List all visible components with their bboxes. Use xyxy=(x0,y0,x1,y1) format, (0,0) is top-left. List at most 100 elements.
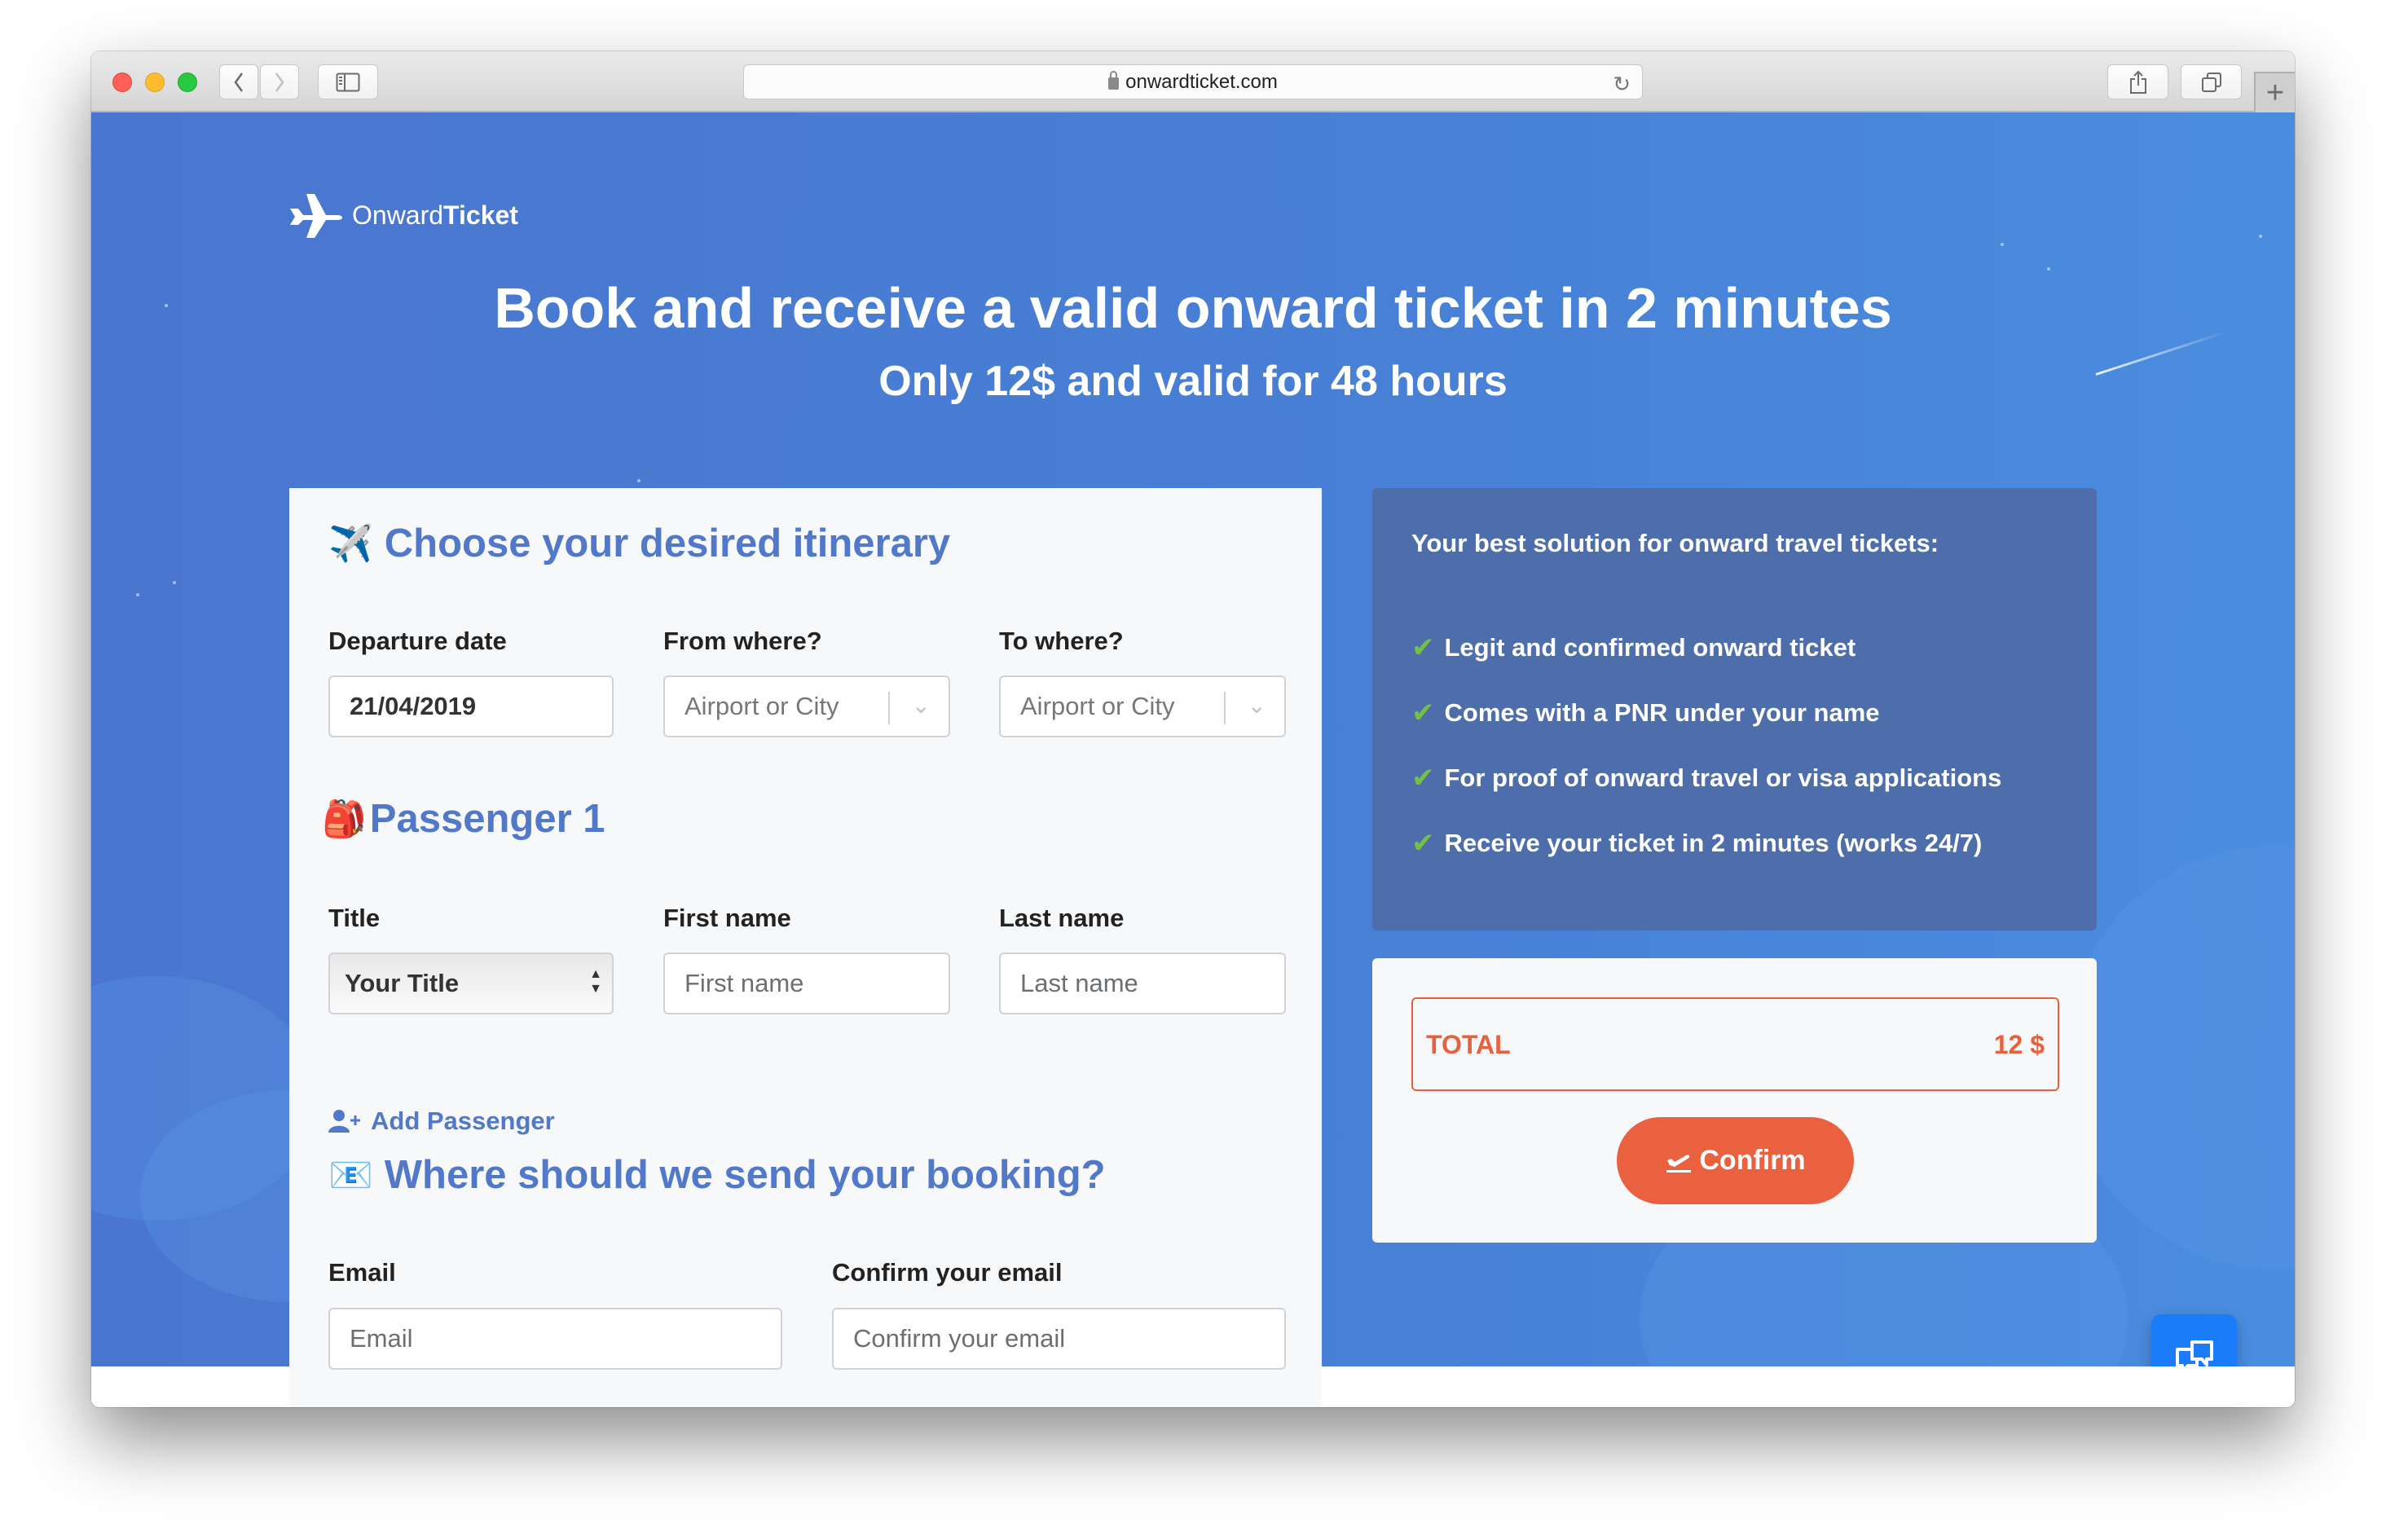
departure-date-input[interactable]: 21/04/2019 xyxy=(328,675,614,737)
add-passenger-link[interactable]: Add Passenger xyxy=(328,1107,555,1136)
chevron-left-icon xyxy=(234,72,244,92)
total-box: TOTAL 12 $ xyxy=(1411,997,2059,1091)
benefit-item: ✔ Comes with a PNR under your name xyxy=(1411,697,1880,729)
sidebar-toggle-button[interactable] xyxy=(318,64,378,99)
to-select[interactable]: Airport or City ⌄ xyxy=(999,675,1286,737)
separator xyxy=(888,692,890,724)
booking-section-title: 📧 Where should we send your booking? xyxy=(328,1152,1106,1198)
backpack-icon: 🎒 xyxy=(322,799,367,839)
plus-icon: + xyxy=(2265,75,2285,110)
address-bar[interactable]: onwardticket.com ↻ xyxy=(743,64,1643,99)
check-icon: ✔ xyxy=(1411,763,1435,794)
title-select[interactable]: Your Title ▲ ▼ xyxy=(328,953,614,1014)
reload-icon[interactable]: ↻ xyxy=(1613,72,1631,97)
email-placeholder: Email xyxy=(350,1324,413,1353)
last-name-placeholder: Last name xyxy=(1020,969,1138,997)
benefit-item: ✔ Legit and confirmed onward ticket xyxy=(1411,631,1856,664)
page-viewport: Onward Ticket Book and receive a valid on… xyxy=(91,112,2295,1407)
check-icon: ✔ xyxy=(1411,828,1435,859)
checkout-card: TOTAL 12 $ Confirm xyxy=(1372,958,2097,1243)
close-window-button[interactable] xyxy=(112,73,132,92)
new-tab-button[interactable]: + xyxy=(2254,72,2295,112)
first-name-input[interactable]: First name xyxy=(663,953,950,1014)
chevron-right-icon xyxy=(275,72,284,92)
confirm-button[interactable]: Confirm xyxy=(1617,1117,1854,1204)
cloud-decoration xyxy=(2063,846,2295,1269)
title-selected-value: Your Title xyxy=(345,969,460,997)
confirm-email-input[interactable]: Confirm your email xyxy=(832,1308,1286,1370)
hero-subheadline: Only 12$ and valid for 48 hours xyxy=(878,358,1508,405)
confirm-email-label: Confirm your email xyxy=(832,1258,1063,1287)
benefits-panel: Your best solution for onward travel tic… xyxy=(1372,488,2097,931)
first-name-label: First name xyxy=(663,904,791,932)
last-name-input[interactable]: Last name xyxy=(999,953,1286,1014)
site-logo[interactable]: Onward Ticket xyxy=(288,191,518,240)
first-name-placeholder: First name xyxy=(685,969,804,997)
benefits-heading: Your best solution for onward travel tic… xyxy=(1411,529,1939,557)
back-button[interactable] xyxy=(219,64,258,99)
total-value: 12 $ xyxy=(1993,1030,2045,1059)
tabs-icon xyxy=(2201,72,2221,92)
from-label: From where? xyxy=(663,627,822,655)
hero-headline-bold: 2 minutes xyxy=(1626,276,1892,340)
airplane-icon: ✈️ xyxy=(328,524,373,564)
confirm-button-label: Confirm xyxy=(1699,1145,1806,1176)
passenger-section-title: 🎒 Passenger 1 xyxy=(322,796,605,842)
logo-text-bold: Ticket xyxy=(443,200,518,230)
benefit-text: For proof of onward travel or visa appli… xyxy=(1444,763,2002,792)
add-passenger-label: Add Passenger xyxy=(371,1107,555,1135)
chat-bubbles-icon xyxy=(2175,1340,2213,1366)
star-decoration xyxy=(2047,267,2050,271)
itinerary-section-title: ✈️ Choose your desired itinerary xyxy=(328,521,950,566)
itinerary-title-text: Choose your desired itinerary xyxy=(384,521,951,565)
star-decoration xyxy=(2001,243,2004,246)
email-label: Email xyxy=(328,1258,396,1287)
star-decoration xyxy=(173,581,176,584)
confirm-email-placeholder: Confirm your email xyxy=(853,1324,1066,1353)
benefit-text: Legit and confirmed onward ticket xyxy=(1444,633,1856,662)
hero-headline: Book and receive a valid onward ticket i… xyxy=(91,275,2295,341)
star-decoration xyxy=(637,479,641,482)
url-text: onwardticket.com xyxy=(1125,70,1278,93)
check-icon: ✔ xyxy=(1411,697,1435,728)
chevron-down-icon: ⌄ xyxy=(911,693,931,718)
share-icon xyxy=(2129,70,2146,94)
browser-titlebar: onwardticket.com ↻ + xyxy=(91,51,2295,112)
separator xyxy=(1224,692,1226,724)
benefit-item: ✔ For proof of onward travel or visa appl… xyxy=(1411,762,2001,794)
passenger-title-text: Passenger 1 xyxy=(369,797,605,841)
benefit-text: Comes with a PNR under your name xyxy=(1444,698,1880,727)
star-decoration xyxy=(136,593,139,596)
share-button[interactable] xyxy=(2107,64,2168,99)
from-placeholder: Airport or City xyxy=(685,692,839,720)
from-select[interactable]: Airport or City ⌄ xyxy=(663,675,950,737)
booking-title-text: Where should we send your booking? xyxy=(384,1153,1106,1197)
plane-departure-icon xyxy=(1666,1154,1692,1173)
check-icon: ✔ xyxy=(1411,632,1435,663)
browser-window: onwardticket.com ↻ + Onward Ticket Book … xyxy=(91,51,2295,1407)
benefit-item: ✔ Receive your ticket in 2 minutes (works… xyxy=(1411,827,1982,860)
forward-button[interactable] xyxy=(260,64,299,99)
to-label: To where? xyxy=(999,627,1124,655)
hero-headline-text: Book and receive a valid onward ticket i… xyxy=(494,276,1627,340)
booking-form: ✈️ Choose your desired itinerary Departu… xyxy=(289,488,1322,1407)
lock-icon xyxy=(1108,71,1120,90)
maximize-window-button[interactable] xyxy=(178,73,197,92)
chat-button[interactable] xyxy=(2151,1314,2237,1366)
benefit-text: Receive your ticket in 2 minutes (works … xyxy=(1444,829,1983,857)
chevron-down-icon: ⌄ xyxy=(1247,693,1266,718)
email-icon: 📧 xyxy=(328,1155,373,1195)
email-input[interactable]: Email xyxy=(328,1308,782,1370)
to-placeholder: Airport or City xyxy=(1020,692,1175,720)
star-decoration xyxy=(2259,235,2262,238)
title-label: Title xyxy=(328,904,381,932)
last-name-label: Last name xyxy=(999,904,1125,932)
airplane-logo-icon xyxy=(290,194,342,238)
logo-text-light: Onward xyxy=(352,200,444,230)
total-label: TOTAL xyxy=(1426,1030,1511,1059)
select-arrows-icon: ▲ ▼ xyxy=(589,967,602,996)
minimize-window-button[interactable] xyxy=(145,73,165,92)
departure-date-label: Departure date xyxy=(328,627,507,655)
sidebar-icon xyxy=(336,73,360,91)
tabs-overview-button[interactable] xyxy=(2181,64,2242,99)
